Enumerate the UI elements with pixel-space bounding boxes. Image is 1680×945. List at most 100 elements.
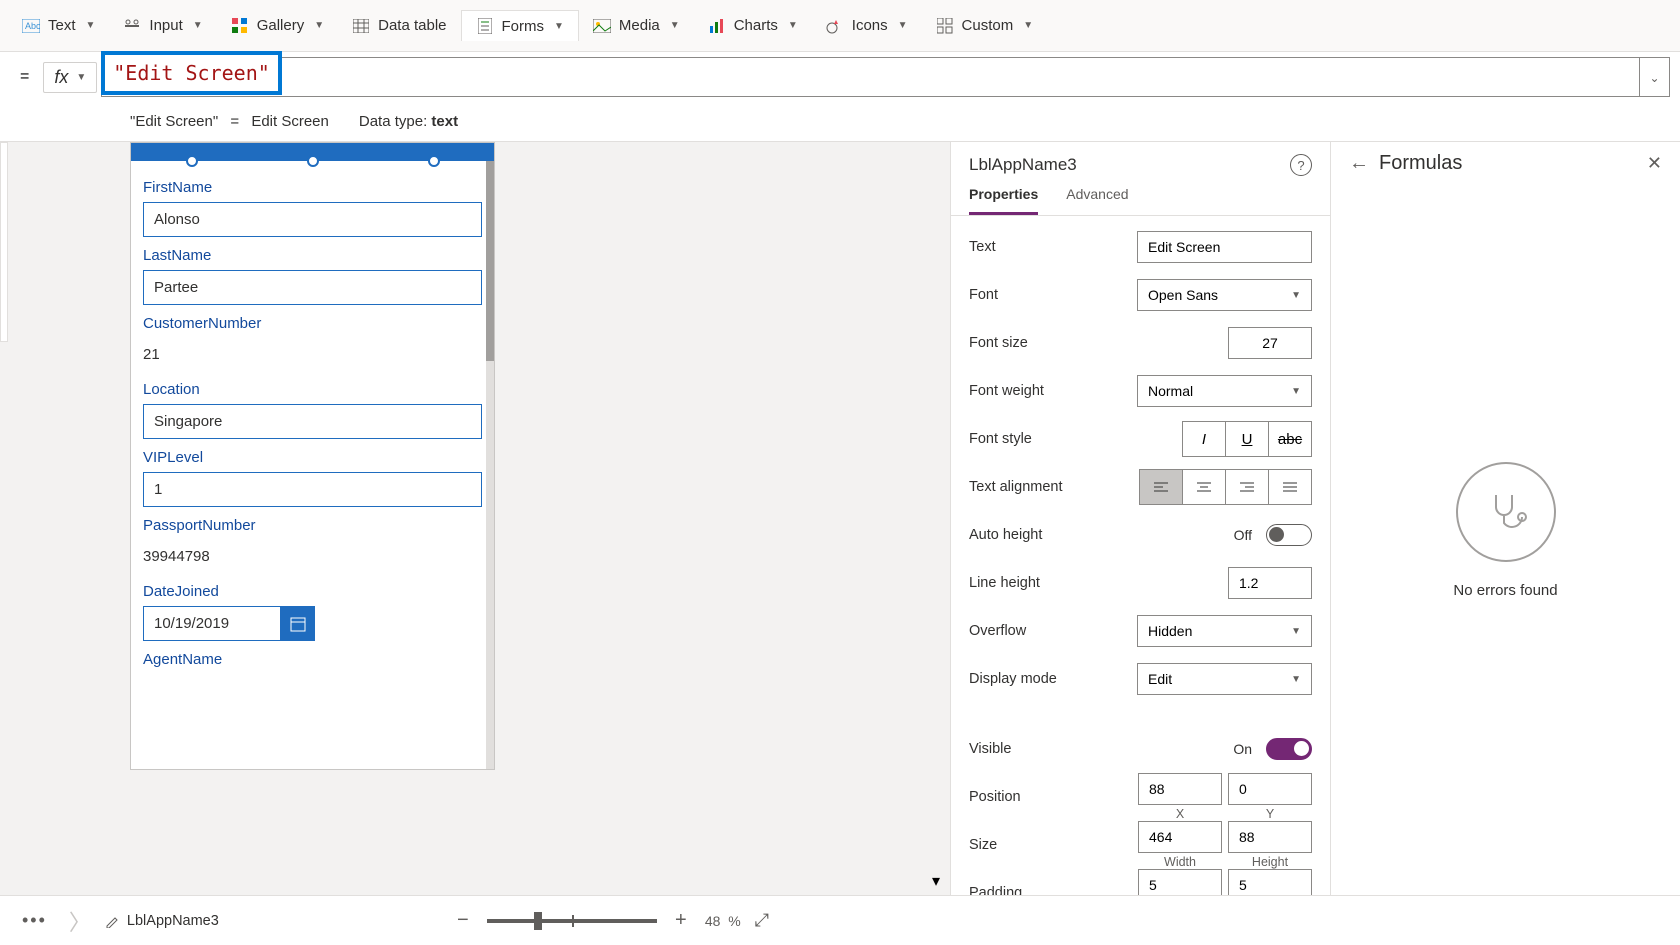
prop-display-select[interactable]: Edit▼ — [1137, 663, 1312, 695]
field-label: AgentName — [143, 651, 482, 668]
firstname-input[interactable] — [143, 202, 482, 237]
gallery-icon — [231, 17, 249, 35]
prop-display-label: Display mode — [969, 671, 1057, 687]
align-left-button[interactable] — [1139, 469, 1183, 505]
prop-fontweight-select[interactable]: Normal▼ — [1137, 375, 1312, 407]
field-label: CustomerNumber — [143, 315, 482, 332]
formula-expand[interactable]: ⌄ — [1640, 57, 1670, 97]
zoom-out-button[interactable]: − — [453, 909, 473, 932]
passport-value: 39944798 — [143, 540, 482, 573]
field-label: FirstName — [143, 179, 482, 196]
result-eq: = — [230, 113, 239, 130]
phone-preview: FirstName LastName CustomerNumber 21 Loc… — [130, 142, 495, 770]
canvas-scrollbar[interactable]: ▾ — [932, 142, 946, 895]
datatype-label: Data type: — [359, 113, 427, 130]
ribbon-label: Icons — [852, 17, 888, 34]
prop-fontstyle-label: Font style — [969, 431, 1032, 447]
prop-text-input[interactable] — [1137, 231, 1312, 263]
ribbon-label: Text — [48, 17, 76, 34]
prop-fontweight-label: Font weight — [969, 383, 1044, 399]
chevron-down-icon: ▼ — [193, 20, 203, 31]
pos-y-sublabel: Y — [1228, 807, 1312, 821]
underline-button[interactable]: U — [1225, 421, 1269, 457]
prop-fontsize-input[interactable] — [1228, 327, 1312, 359]
insert-ribbon: Abc Text ▼ Input ▼ Gallery ▼ Data table … — [0, 0, 1680, 52]
chevron-down-icon: ▼ — [670, 20, 680, 31]
breadcrumb-item[interactable]: LblAppName3 — [105, 913, 219, 929]
zoom-in-button[interactable]: + — [671, 909, 691, 932]
formula-result-bar: "Edit Screen" = Edit Screen Data type: t… — [0, 102, 1680, 142]
chevron-down-icon: ▼ — [1023, 20, 1033, 31]
pad-bottom-input[interactable] — [1228, 869, 1312, 895]
ribbon-charts[interactable]: Charts ▼ — [694, 11, 812, 41]
align-center-button[interactable] — [1182, 469, 1226, 505]
align-justify-button[interactable] — [1268, 469, 1312, 505]
properties-pane: LblAppName3 ? Properties Advanced Text F… — [950, 142, 1330, 895]
size-w-input[interactable] — [1138, 821, 1222, 853]
fit-to-window-button[interactable]: ⤢ — [755, 910, 769, 931]
ribbon-icons[interactable]: Icons ▼ — [812, 11, 922, 41]
breadcrumb-menu[interactable]: ••• — [14, 906, 55, 935]
chevron-down-icon: ▼ — [86, 20, 96, 31]
toggle-state: Off — [1234, 527, 1252, 543]
pos-x-input[interactable] — [1138, 773, 1222, 805]
date-picker-button[interactable] — [281, 606, 315, 641]
close-icon[interactable]: ✕ — [1647, 153, 1662, 174]
prop-padding-label: Padding — [969, 885, 1022, 895]
prop-lineheight-input[interactable] — [1228, 567, 1312, 599]
ribbon-label: Charts — [734, 17, 778, 34]
prop-align-label: Text alignment — [969, 479, 1063, 495]
location-input[interactable] — [143, 404, 482, 439]
tab-advanced[interactable]: Advanced — [1066, 186, 1128, 215]
viplevel-input[interactable] — [143, 472, 482, 507]
app-header-selected[interactable] — [131, 143, 494, 161]
strike-button[interactable]: abc — [1268, 421, 1312, 457]
ribbon-input[interactable]: Input ▼ — [109, 11, 216, 41]
lastname-input[interactable] — [143, 270, 482, 305]
pos-x-sublabel: X — [1138, 807, 1222, 821]
size-h-input[interactable] — [1228, 821, 1312, 853]
prop-font-select[interactable]: Open Sans▼ — [1137, 279, 1312, 311]
size-w-sublabel: Width — [1138, 855, 1222, 869]
table-icon — [352, 17, 370, 35]
property-equals[interactable]: = — [10, 64, 39, 90]
field-label: DateJoined — [143, 583, 482, 600]
phone-scrollbar[interactable] — [486, 161, 494, 769]
formula-highlight: "Edit Screen" — [101, 51, 282, 95]
pad-top-input[interactable] — [1138, 869, 1222, 895]
result-left: "Edit Screen" — [130, 113, 218, 130]
ribbon-forms[interactable]: Forms ▼ — [461, 10, 579, 41]
back-arrow-icon[interactable]: ← — [1349, 152, 1369, 175]
ribbon-label: Forms — [502, 18, 545, 35]
zoom-slider[interactable] — [487, 919, 657, 923]
prop-autoheight-label: Auto height — [969, 527, 1042, 543]
custom-icon — [936, 17, 954, 35]
forms-icon — [476, 17, 494, 35]
tree-view-collapsed[interactable] — [0, 142, 8, 342]
form-body: FirstName LastName CustomerNumber 21 Loc… — [131, 161, 494, 769]
ribbon-text[interactable]: Abc Text ▼ — [8, 11, 109, 41]
italic-button[interactable]: I — [1182, 421, 1226, 457]
prop-overflow-select[interactable]: Hidden▼ — [1137, 615, 1312, 647]
help-icon[interactable]: ? — [1290, 154, 1312, 176]
no-errors-text: No errors found — [1453, 582, 1557, 599]
field-label: PassportNumber — [143, 517, 482, 534]
autoheight-toggle[interactable] — [1266, 524, 1312, 546]
ribbon-datatable[interactable]: Data table — [338, 11, 460, 41]
pos-y-input[interactable] — [1228, 773, 1312, 805]
datejoined-input[interactable] — [143, 606, 281, 641]
prop-visible-label: Visible — [969, 741, 1011, 757]
align-right-button[interactable] — [1225, 469, 1269, 505]
formula-bar: = fx▼ "Edit Screen" ⌄ — [0, 52, 1680, 102]
formula-input[interactable] — [101, 57, 1640, 97]
ribbon-gallery[interactable]: Gallery ▼ — [217, 11, 338, 41]
canvas-area[interactable]: FirstName LastName CustomerNumber 21 Loc… — [0, 142, 950, 895]
tab-properties[interactable]: Properties — [969, 186, 1038, 215]
ribbon-custom[interactable]: Custom ▼ — [922, 11, 1048, 41]
fx-button[interactable]: fx▼ — [43, 62, 97, 93]
prop-fontsize-label: Font size — [969, 335, 1028, 351]
visible-toggle[interactable] — [1266, 738, 1312, 760]
input-icon — [123, 17, 141, 35]
ribbon-media[interactable]: Media ▼ — [579, 11, 694, 41]
prop-font-label: Font — [969, 287, 998, 303]
